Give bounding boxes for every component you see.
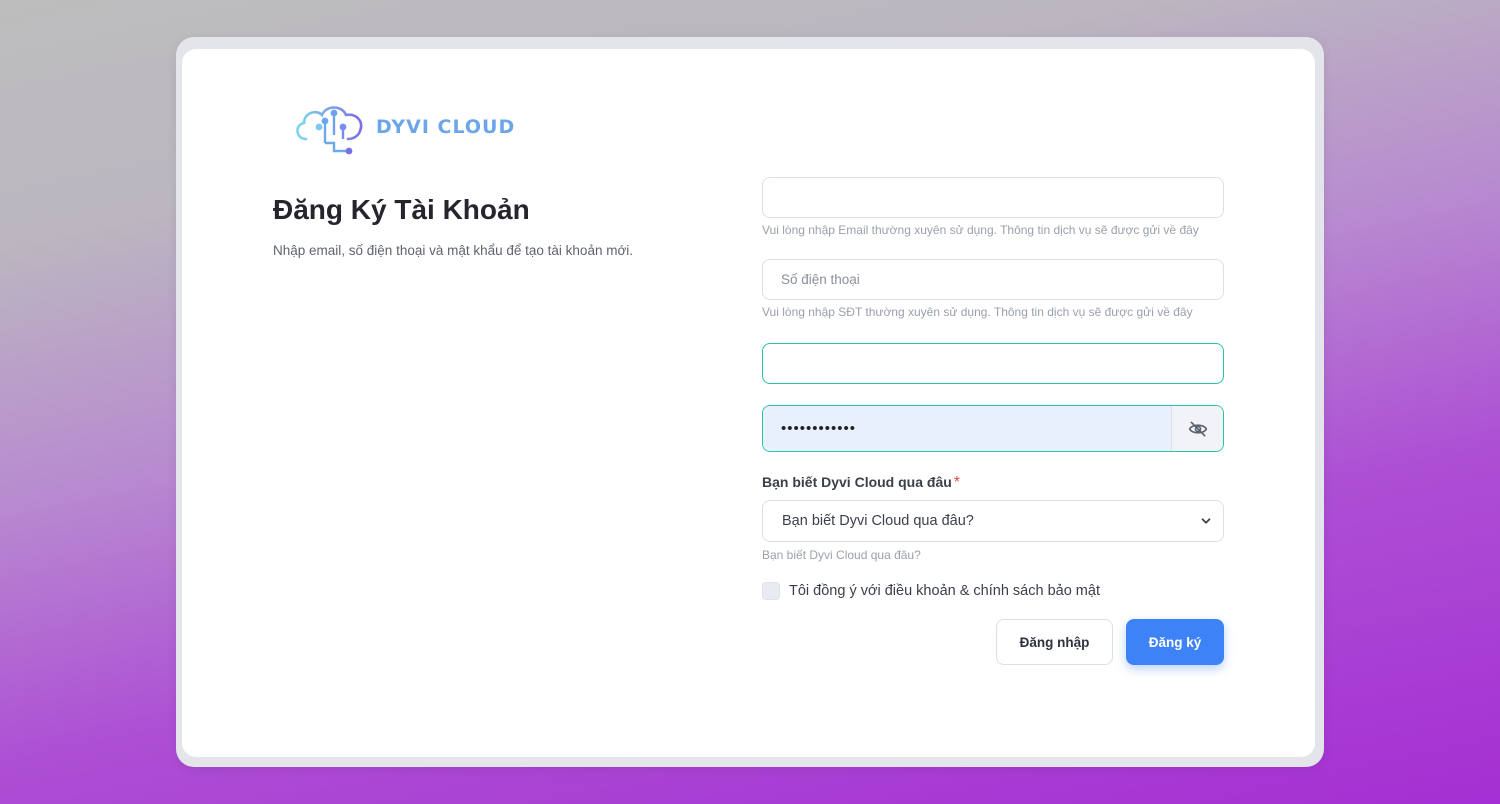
source-label: Bạn biết Dyvi Cloud qua đâu <box>762 474 952 490</box>
source-select[interactable]: Bạn biết Dyvi Cloud qua đâu? <box>762 500 1224 542</box>
card-frame: DYVI CLOUD Đăng Ký Tài Khoản Nhập email,… <box>176 37 1324 767</box>
register-button[interactable]: Đăng ký <box>1126 619 1224 665</box>
register-card: DYVI CLOUD Đăng Ký Tài Khoản Nhập email,… <box>182 49 1315 757</box>
phone-hint: Vui lòng nhập SĐT thường xuyên sử dụng. … <box>762 305 1193 319</box>
register-form: Vui lòng nhập Email thường xuyên sử dụng… <box>762 177 1224 665</box>
chevron-down-icon <box>1201 518 1211 524</box>
cloud-circuit-icon <box>296 106 363 155</box>
source-hint: Bạn biết Dyvi Cloud qua đâu? <box>762 548 921 562</box>
page-title: Đăng Ký Tài Khoản <box>273 194 530 225</box>
terms-checkbox[interactable] <box>762 582 780 600</box>
password-input[interactable] <box>763 406 1171 451</box>
phone-input[interactable] <box>762 259 1224 300</box>
terms-label[interactable]: Tôi đồng ý với điều khoản & chính sách b… <box>789 583 1100 599</box>
action-buttons: Đăng nhập Đăng ký <box>762 619 1224 665</box>
password-toggle-button[interactable] <box>1171 406 1223 451</box>
email-input[interactable] <box>762 177 1224 218</box>
terms-row: Tôi đồng ý với điều khoản & chính sách b… <box>762 582 1224 600</box>
eye-slash-icon <box>1188 421 1207 436</box>
password-group <box>762 405 1224 452</box>
focused-input[interactable] <box>762 343 1224 384</box>
email-hint: Vui lòng nhập Email thường xuyên sử dụng… <box>762 223 1199 237</box>
source-select-value: Bạn biết Dyvi Cloud qua đâu? <box>782 513 974 529</box>
page-subtitle: Nhập email, số điện thoại và mật khẩu để… <box>273 243 634 258</box>
required-mark: * <box>953 474 961 491</box>
brand-logo: DYVI CLOUD <box>292 99 515 155</box>
login-button[interactable]: Đăng nhập <box>996 619 1113 665</box>
brand-name: DYVI CLOUD <box>376 116 516 138</box>
